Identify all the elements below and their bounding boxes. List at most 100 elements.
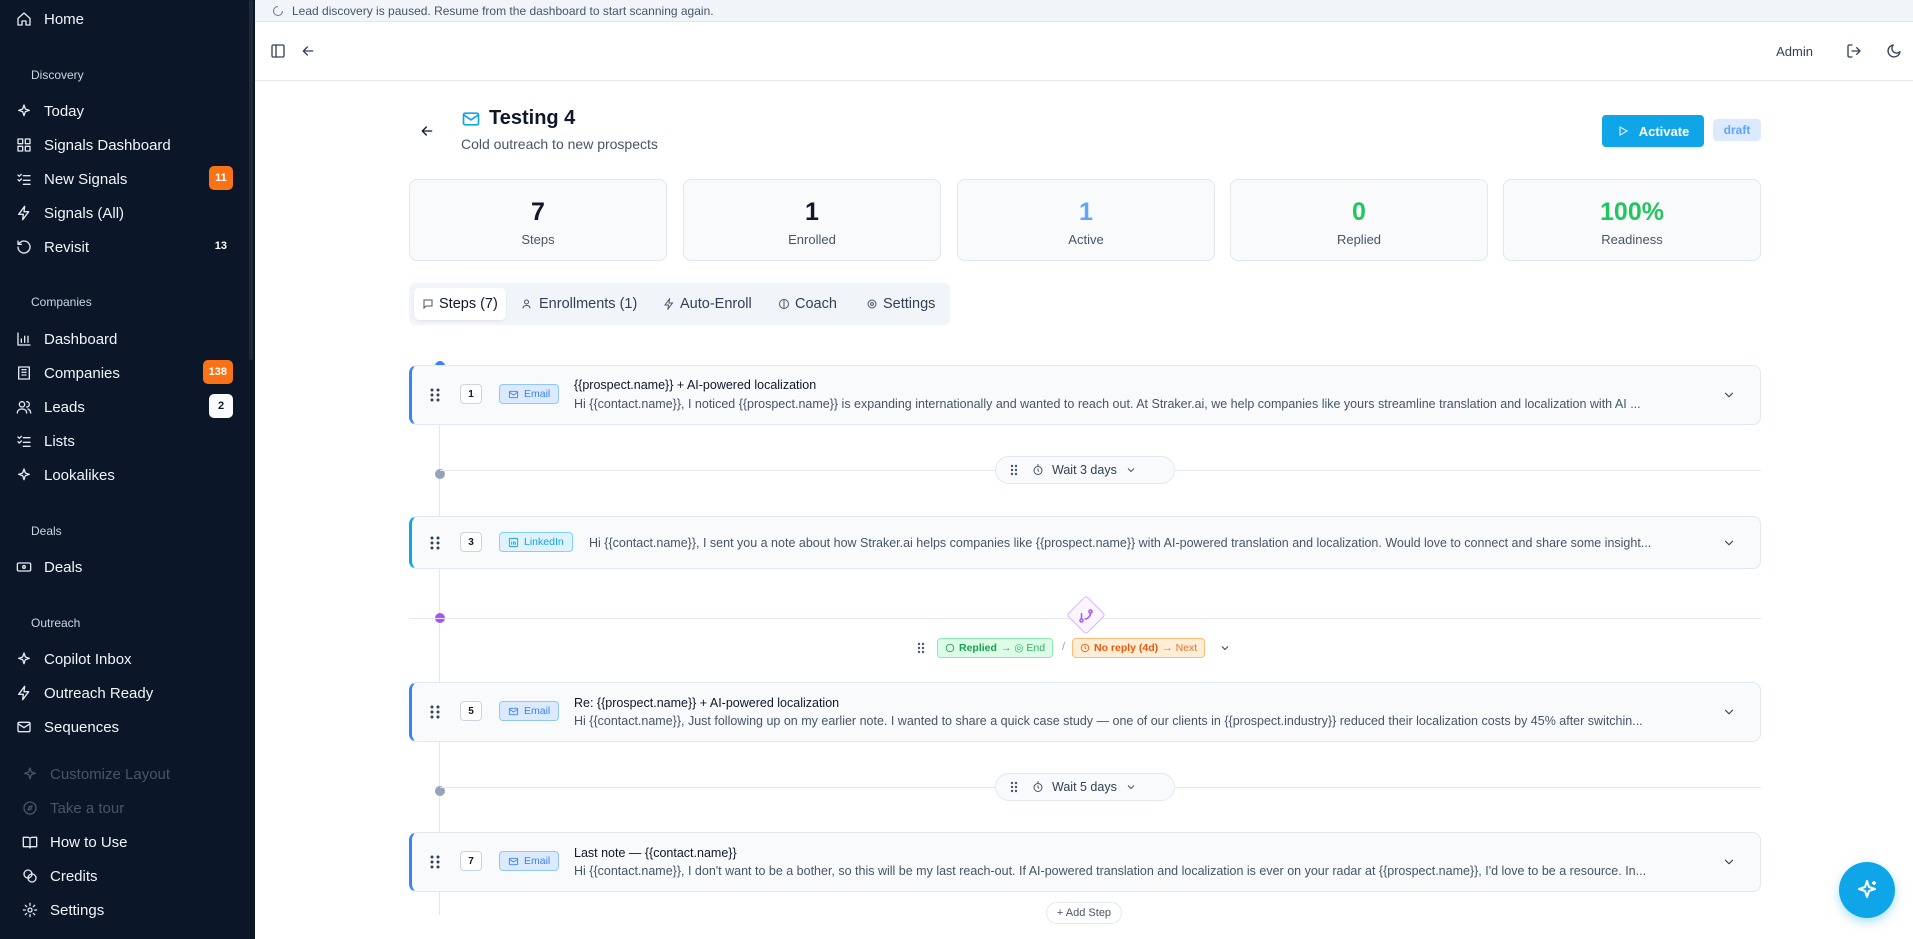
stat-label: Steps [521, 232, 555, 247]
page-subtitle: Cold outreach to new prospects [461, 136, 658, 152]
sidebar-item-label: Settings [50, 901, 105, 919]
sidebar-item-label: Customize Layout [50, 765, 171, 783]
tab-auto-enroll[interactable]: Auto-Enroll [655, 288, 760, 320]
message-icon [423, 299, 433, 310]
sidebar-item-sequences[interactable]: Sequences [16, 714, 235, 740]
linkedin-icon [508, 537, 519, 547]
no-reply-branch-pill[interactable]: No reply (4d) → Next [1072, 638, 1206, 658]
sidebar-item-label: Companies [44, 364, 120, 382]
sidebar-item-customize-layout[interactable]: Customize Layout [22, 761, 235, 787]
drag-handle-icon[interactable] [1010, 464, 1018, 476]
chevron-down-icon[interactable] [1722, 388, 1736, 402]
stat-label: Enrolled [788, 232, 836, 247]
step-card[interactable]: 3 LinkedIn Hi {{contact.name}}, I sent y… [409, 516, 1761, 569]
drag-handle-icon[interactable] [430, 705, 440, 719]
step-number: 7 [460, 851, 482, 871]
sidebar-item-credits[interactable]: Credits [22, 863, 235, 889]
banknote-icon [16, 559, 32, 575]
sidebar-item-dashboard[interactable]: Dashboard [16, 326, 235, 352]
chevron-down-icon[interactable] [1722, 705, 1736, 719]
sidebar-item-outreach-ready[interactable]: Outreach Ready [16, 680, 235, 706]
branch-separator: / [1062, 641, 1066, 653]
replied-branch-pill[interactable]: Replied → ◎ End [937, 638, 1054, 658]
sidebar-item-label: Deals [44, 558, 83, 576]
wait-step[interactable]: Wait 5 days [995, 773, 1175, 801]
drag-handle-icon[interactable] [430, 388, 440, 402]
tab-label: Auto-Enroll [680, 296, 752, 312]
sidebar-item-home[interactable]: Home [16, 6, 235, 32]
activate-button[interactable]: Activate [1602, 115, 1704, 147]
timer-icon [1032, 464, 1044, 476]
sidebar-item-how-to-use[interactable]: How to Use [22, 829, 235, 855]
step-card[interactable]: 5 Email Re: {{prospect.name}} + AI-power… [409, 682, 1761, 742]
sidebar-item-label: Revisit [44, 238, 90, 256]
tab-steps[interactable]: Steps (7) [414, 288, 506, 320]
tab-coach[interactable]: Coach [770, 288, 845, 320]
sidebar-item-new-signals[interactable]: New Signals [16, 166, 235, 192]
sparkle-icon [22, 766, 38, 782]
sidebar-item-signals-dashboard[interactable]: Signals Dashboard [16, 132, 235, 158]
sidebar-item-signals-all[interactable]: Signals (All) [16, 200, 235, 226]
sidebar-toggle-icon[interactable] [269, 42, 287, 60]
sidebar-item-leads[interactable]: Leads [16, 394, 235, 420]
tab-enrollments[interactable]: Enrollments (1) [514, 288, 645, 320]
arrow-left-icon [421, 126, 433, 136]
stat-label: Replied [1336, 232, 1382, 247]
drag-handle-icon[interactable] [917, 641, 925, 654]
loader-icon [273, 5, 283, 16]
sparkle-icon [16, 467, 32, 483]
logout-icon[interactable] [1845, 42, 1863, 60]
step-card[interactable]: 7 Email Last note — {{contact.name}} Hi … [409, 832, 1761, 892]
add-step-button[interactable]: + Add Step [1046, 902, 1122, 924]
back-arrow-icon[interactable] [299, 42, 317, 60]
sidebar-item-today[interactable]: Today [16, 98, 235, 124]
channel-label: Email [524, 855, 551, 867]
drag-handle-icon[interactable] [430, 536, 440, 550]
drag-handle-icon[interactable] [430, 855, 440, 869]
brain-icon [779, 299, 789, 309]
sidebar-item-lists[interactable]: Lists [16, 428, 235, 454]
mail-icon [462, 111, 480, 126]
sidebar-item-revisit[interactable]: Revisit [16, 234, 235, 260]
building-icon [16, 365, 32, 381]
moon-icon[interactable] [1885, 42, 1903, 60]
sidebar-item-settings[interactable]: Settings [22, 897, 235, 923]
replied-label: Replied [959, 642, 997, 654]
section-outreach: Outreach [31, 616, 81, 630]
sidebar-item-deals[interactable]: Deals [16, 554, 235, 580]
companies-badge: 138 [202, 360, 233, 384]
no-reply-action: → Next [1162, 642, 1198, 654]
step-card[interactable]: 1 Email {{prospect.name}} + AI-powered l… [409, 365, 1761, 425]
users-icon [16, 399, 32, 415]
channel-label: Email [524, 705, 551, 717]
copilot-fab-button[interactable] [1839, 862, 1895, 918]
sidebar-item-label: Signals Dashboard [44, 136, 171, 154]
mail-icon [508, 707, 519, 715]
page-title: Testing 4 [489, 107, 576, 129]
user-name[interactable]: Admin [1776, 44, 1813, 59]
drag-handle-icon[interactable] [1010, 781, 1018, 793]
sidebar-item-label: Take a tour [50, 799, 125, 817]
chevron-down-icon[interactable] [1219, 641, 1231, 653]
wait-step[interactable]: Wait 3 days [995, 456, 1175, 484]
sidebar-item-take-tour[interactable]: Take a tour [22, 795, 235, 821]
tab-label: Coach [795, 296, 837, 312]
stat-card-replied: 0 Replied [1230, 179, 1488, 261]
step-preview: Hi {{contact.name}}, I don't want to be … [574, 864, 1647, 878]
chevron-down-icon[interactable] [1722, 855, 1736, 869]
channel-label: LinkedIn [524, 536, 564, 548]
chevron-down-icon [1125, 781, 1137, 793]
tab-settings[interactable]: Settings [858, 288, 943, 320]
stat-card-steps: 7 Steps [409, 179, 667, 261]
sparkle-icon [16, 103, 32, 119]
tab-bar: Steps (7) Enrollments (1) Auto-Enroll Co… [409, 283, 950, 325]
sidebar-scrollbar[interactable] [249, 0, 253, 360]
book-icon [22, 834, 38, 850]
sidebar-item-lookalikes[interactable]: Lookalikes [16, 462, 235, 488]
chevron-down-icon[interactable] [1722, 536, 1736, 550]
back-button[interactable] [417, 121, 437, 141]
sidebar-item-label: Credits [50, 867, 98, 885]
sidebar-item-copilot-inbox[interactable]: Copilot Inbox [16, 646, 235, 672]
step-number: 5 [460, 701, 482, 721]
top-bar: Admin [255, 22, 1913, 81]
